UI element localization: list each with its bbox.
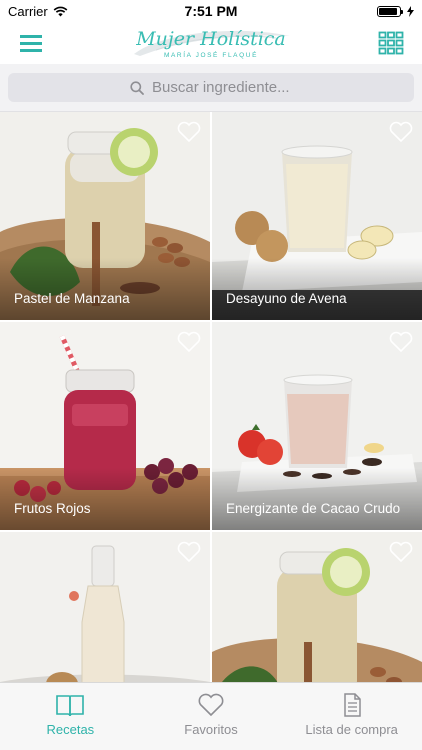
recipe-title: Pastel de Manzana — [14, 291, 130, 306]
app-logo: Mujer Holística MARÍA JOSÉ FLAQUÉ — [126, 24, 296, 62]
recipe-card[interactable] — [212, 532, 422, 682]
carrier-label: Carrier — [8, 3, 48, 19]
tab-favoritos[interactable]: Favoritos — [141, 683, 282, 750]
search-icon — [130, 80, 144, 95]
recipe-title: Energizante de Cacao Crudo — [226, 501, 401, 516]
search-field[interactable] — [8, 73, 414, 102]
favorite-heart-icon[interactable] — [176, 540, 202, 564]
recipe-card[interactable]: Desayuno de Avena — [212, 112, 422, 320]
status-bar: Carrier 7:51 PM — [0, 0, 422, 22]
recipe-title: Desayuno de Avena — [226, 291, 347, 306]
recipe-card[interactable]: Energizante de Cacao Crudo — [212, 322, 422, 530]
card-shade — [0, 468, 210, 530]
tab-recetas[interactable]: Recetas — [0, 683, 141, 750]
battery-icon — [377, 5, 403, 17]
book-icon — [56, 695, 85, 717]
tab-lista-compra-label: Lista de compra — [305, 722, 398, 737]
logo-title: Mujer Holística — [136, 28, 286, 50]
hamburger-icon[interactable] — [18, 32, 44, 54]
favorite-heart-icon[interactable] — [388, 120, 414, 144]
card-shade — [0, 258, 210, 320]
search-input[interactable] — [152, 79, 292, 96]
tab-bar: Recetas Favoritos Lista de compra — [0, 682, 422, 750]
recipe-grid: Pastel de Manzana Desayuno de Avena Frut… — [0, 112, 422, 682]
card-shade — [212, 258, 422, 320]
favorite-heart-icon[interactable] — [388, 330, 414, 354]
nav-bar: Mujer Holística MARÍA JOSÉ FLAQUÉ — [0, 22, 422, 64]
list-icon — [343, 693, 361, 717]
wifi-icon — [53, 6, 68, 16]
logo-subtitle: MARÍA JOSÉ FLAQUÉ — [163, 52, 259, 59]
favorite-heart-icon[interactable] — [176, 120, 202, 144]
grid-icon[interactable] — [378, 31, 404, 55]
favorite-heart-icon[interactable] — [388, 540, 414, 564]
status-left: Carrier — [8, 4, 68, 19]
recipe-card[interactable]: Pastel de Manzana — [0, 112, 210, 320]
search-bar — [0, 64, 422, 112]
status-right — [377, 5, 414, 17]
tab-favoritos-label: Favoritos — [184, 722, 238, 737]
favorite-heart-icon[interactable] — [176, 330, 202, 354]
card-shade — [212, 468, 422, 530]
heart-icon — [198, 693, 224, 717]
recipe-card[interactable]: Frutos Rojos — [0, 322, 210, 530]
battery-fill — [379, 7, 397, 15]
tab-recetas-label: Recetas — [46, 722, 95, 737]
tab-lista-compra[interactable]: Lista de compra — [281, 683, 422, 750]
charging-bolt-icon — [407, 5, 414, 17]
recipe-title: Frutos Rojos — [14, 501, 91, 516]
recipe-card[interactable] — [0, 532, 210, 682]
